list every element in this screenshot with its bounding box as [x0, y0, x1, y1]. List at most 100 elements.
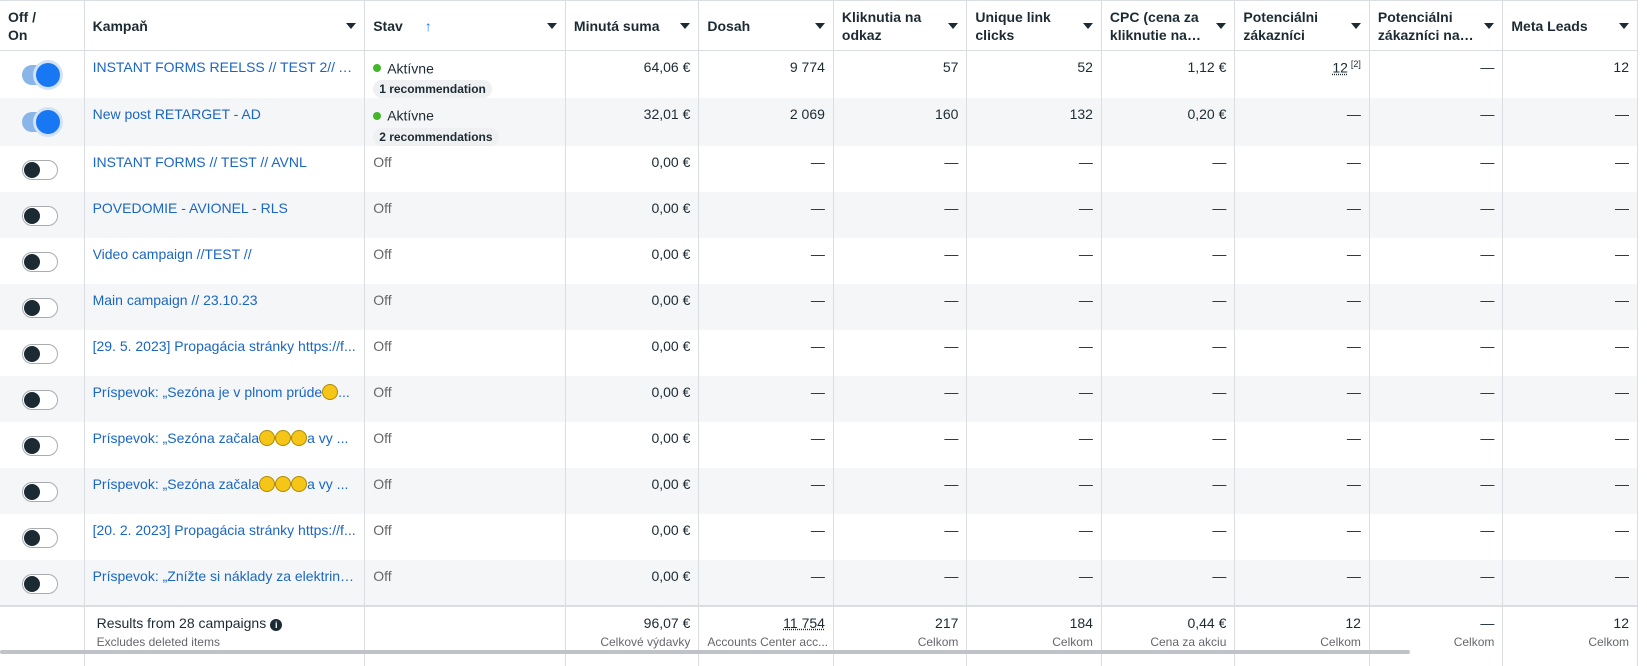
campaign-name-link[interactable]: Príspevok: „Znížte si náklady za elektri… — [93, 568, 357, 584]
campaign-toggle[interactable] — [22, 159, 58, 180]
metric-cell-reach: — — [698, 283, 834, 330]
metric-value: — — [1346, 106, 1361, 123]
caret-down-icon[interactable] — [814, 22, 825, 29]
toggle-knob — [24, 529, 40, 546]
recommendation-badge[interactable]: 1 recommendation — [373, 80, 492, 99]
footer-unique: 184 Celkom — [966, 604, 1102, 666]
campaign-name-link[interactable]: Príspevok: „Sezóna je v plnom prúde... — [93, 384, 357, 400]
metric-value: — — [1480, 429, 1495, 446]
footnote-marker[interactable]: [2] — [1351, 59, 1361, 69]
column-header-pot[interactable]: Potenciálni zákazníci — [1234, 0, 1370, 51]
column-header-label: Kampaň — [92, 17, 148, 34]
column-header-pot2[interactable]: Potenciálni zákazníci na… — [1369, 0, 1504, 51]
metric-value: — — [1078, 521, 1093, 538]
table-row[interactable]: Príspevok: „Znížte si náklady za elektri… — [0, 559, 1638, 606]
campaign-toggle[interactable] — [22, 343, 58, 364]
caret-down-icon[interactable] — [1216, 22, 1227, 29]
metric-value: — — [1346, 153, 1361, 170]
arrow-up-icon[interactable]: ↑ — [425, 18, 432, 34]
column-header-label: Stav — [373, 17, 403, 34]
campaign-toggle[interactable] — [22, 297, 58, 318]
table-row[interactable]: Main campaign // 23.10.23 Off 0,00 € — — — — — —… — [0, 283, 1638, 330]
recommendation-badge[interactable]: 2 recommendations — [373, 127, 499, 146]
campaign-name-link[interactable]: Video campaign //TEST // — [93, 246, 357, 262]
metric-value: — — [810, 199, 825, 216]
table-row[interactable]: INSTANT FORMS // TEST // AVNL Off 0,00 € — —… — [0, 145, 1638, 192]
metric-value: — — [944, 567, 959, 584]
campaign-name-link[interactable]: [29. 5. 2023] Propagácia stránky https:/… — [93, 338, 357, 354]
table-row[interactable]: Príspevok: „Sezóna začala a vy ... Off 0,00… — [0, 421, 1638, 468]
campaign-toggle[interactable] — [22, 573, 58, 594]
caret-down-icon[interactable] — [1082, 22, 1093, 29]
footer-reach-value[interactable]: 11 754 — [783, 615, 825, 631]
table-row[interactable]: [20. 2. 2023] Propagácia stránky https:/… — [0, 513, 1638, 560]
table-row[interactable]: Video campaign //TEST // Off 0,00 € — — — — — — — — [0, 237, 1638, 284]
column-header-clicks[interactable]: Kliknutia na odkaz — [833, 0, 968, 51]
column-header-label: Unique link clicks — [975, 8, 1051, 43]
status-cell: Off — [364, 375, 566, 422]
column-header-spend[interactable]: Minutá suma — [565, 0, 700, 51]
caret-down-icon[interactable] — [948, 22, 959, 29]
campaign-toggle[interactable] — [22, 63, 60, 87]
column-header-reach[interactable]: Dosah — [698, 0, 834, 51]
metric-cell-spend: 0,00 € — [565, 467, 700, 514]
column-header-leads[interactable]: Meta Leads — [1502, 0, 1638, 51]
table-row[interactable]: [29. 5. 2023] Propagácia stránky https:/… — [0, 329, 1638, 376]
caret-down-icon[interactable] — [1619, 22, 1629, 29]
metric-cell-pot2: — — [1369, 559, 1504, 606]
metric-cell-reach: — — [698, 329, 834, 376]
footer-pot: 12 Celkom — [1234, 604, 1370, 666]
table-row[interactable]: Príspevok: „Sezóna začala a vy ... Off 0,00… — [0, 467, 1638, 514]
metric-value: — — [1615, 429, 1629, 446]
metric-value: 57 — [942, 59, 959, 75]
caret-down-icon[interactable] — [1350, 22, 1361, 29]
campaign-toggle[interactable] — [22, 481, 58, 502]
table-row[interactable]: Príspevok: „Sezóna je v plnom prúde... Of… — [0, 375, 1638, 422]
metric-value: 0,00 € — [651, 153, 691, 170]
caret-down-icon[interactable] — [546, 22, 557, 29]
metric-cell-pot: — — [1234, 145, 1370, 192]
caret-down-icon[interactable] — [1484, 22, 1495, 29]
campaign-toggle[interactable] — [22, 435, 58, 456]
table-row[interactable]: POVEDOMIE - AVIONEL - RLS Off 0,00 € — — — — — —… — [0, 191, 1638, 238]
metric-cell-cpc: — — [1101, 191, 1236, 238]
metric-value: 0,00 € — [651, 521, 691, 538]
table-row[interactable]: New post RETARGET - AD Aktívne 2 recommend… — [0, 98, 1638, 146]
column-header-cpc[interactable]: CPC (cena za kliknutie na… — [1101, 0, 1236, 51]
caret-down-icon[interactable] — [346, 22, 357, 29]
metric-cell-pot2: — — [1369, 421, 1504, 468]
footer-leads-sub: Celkom — [1588, 634, 1629, 649]
table-row[interactable]: INSTANT FORMS REELSS // TEST 2// AVI... A… — [0, 50, 1638, 99]
campaign-name-link[interactable]: POVEDOMIE - AVIONEL - RLS — [93, 200, 357, 216]
column-header-status[interactable]: Stav ↑ — [364, 0, 566, 51]
campaign-toggle[interactable] — [22, 527, 58, 548]
campaign-toggle[interactable] — [22, 389, 58, 410]
metric-cell-cpc: — — [1101, 145, 1236, 192]
campaign-name-link[interactable]: New post RETARGET - AD — [93, 106, 357, 122]
metric-cell-pot: — — [1234, 191, 1370, 238]
footer-cpc-sub: Cena za akciu — [1150, 634, 1227, 649]
campaign-name-link[interactable]: INSTANT FORMS // TEST // AVNL — [93, 154, 357, 170]
campaign-toggle[interactable] — [22, 110, 60, 135]
horizontal-scrollbar[interactable] — [0, 650, 1410, 654]
campaign-toggle[interactable] — [22, 205, 58, 226]
campaign-toggle[interactable] — [22, 251, 58, 272]
campaign-name-link[interactable]: Príspevok: „Sezóna začala a vy ... — [93, 476, 357, 492]
caret-down-icon[interactable] — [680, 22, 691, 29]
campaign-name-link[interactable]: INSTANT FORMS REELSS // TEST 2// AVI... — [93, 59, 357, 75]
column-header-toggle[interactable]: Off / On — [0, 0, 85, 51]
metric-cell-pot2: — — [1369, 145, 1504, 192]
metric-cell-clicks: — — [833, 421, 968, 468]
metric-cell-pot2: — — [1369, 50, 1504, 99]
table-body: INSTANT FORMS REELSS // TEST 2// AVI... A… — [0, 50, 1638, 606]
campaign-name-link[interactable]: Main campaign // 23.10.23 — [93, 292, 357, 308]
campaign-name-link[interactable]: [20. 2. 2023] Propagácia stránky https:/… — [93, 522, 357, 538]
footer-leads-value: 12 — [1613, 614, 1629, 631]
metric-cell-leads: — — [1502, 513, 1638, 560]
column-header-unique[interactable]: Unique link clicks — [966, 0, 1102, 51]
column-header-name[interactable]: Kampaň — [84, 0, 366, 51]
metric-value: — — [1078, 429, 1093, 446]
metric-value: — — [1346, 291, 1361, 308]
campaign-name-link[interactable]: Príspevok: „Sezóna začala a vy ... — [93, 430, 357, 446]
info-icon[interactable]: i — [270, 618, 283, 631]
